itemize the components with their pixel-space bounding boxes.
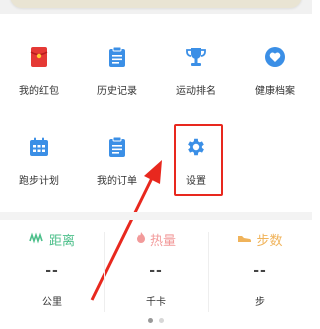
distance-icon [29,231,45,248]
stat-value: -- [253,263,267,279]
grid-item-history[interactable]: 历史记录 [78,44,156,98]
red-envelope-icon [26,44,52,70]
banner-card[interactable] [10,0,302,8]
grid-label: 历史记录 [97,86,137,97]
section-divider [0,212,312,220]
stat-title: 热量 [149,234,176,249]
clipboard-icon [104,44,130,70]
stat-unit: 步 [255,297,265,308]
grid-label: 我的订单 [97,176,137,187]
order-clipboard-icon [104,134,130,160]
page-dot[interactable] [159,318,164,323]
heart-icon [262,44,288,70]
stat-value: -- [149,263,163,279]
page-dot-active[interactable] [148,318,153,323]
page-indicator [148,318,164,323]
stat-unit: 千卡 [146,297,166,308]
grid-label: 我的红包 [19,86,59,97]
shoe-icon [237,232,252,247]
stat-calories[interactable]: 热量 -- 千卡 [104,230,208,308]
stat-title: 距离 [48,234,75,249]
grid-item-orders[interactable]: 我的订单 [78,134,156,188]
grid-item-running-plan[interactable]: 跑步计划 [0,134,78,188]
grid-label: 健康档案 [255,86,295,97]
calendar-icon [26,134,52,160]
flame-icon [136,231,146,248]
grid-label: 运动排名 [176,86,216,97]
grid-item-ranking[interactable]: 运动排名 [157,44,235,98]
stat-distance[interactable]: 距离 -- 公里 [0,230,104,308]
stat-value: -- [45,263,59,279]
grid-label: 跑步计划 [19,176,59,187]
stat-steps[interactable]: 步数 -- 步 [208,230,312,308]
stat-unit: 公里 [42,297,62,308]
trophy-icon [183,44,209,70]
top-banner [0,0,312,14]
stat-title: 步数 [256,234,283,249]
settings-highlight-box [174,124,223,196]
grid-item-health[interactable]: 健康档案 [236,44,314,98]
grid-item-red-envelope[interactable]: 我的红包 [0,44,78,98]
